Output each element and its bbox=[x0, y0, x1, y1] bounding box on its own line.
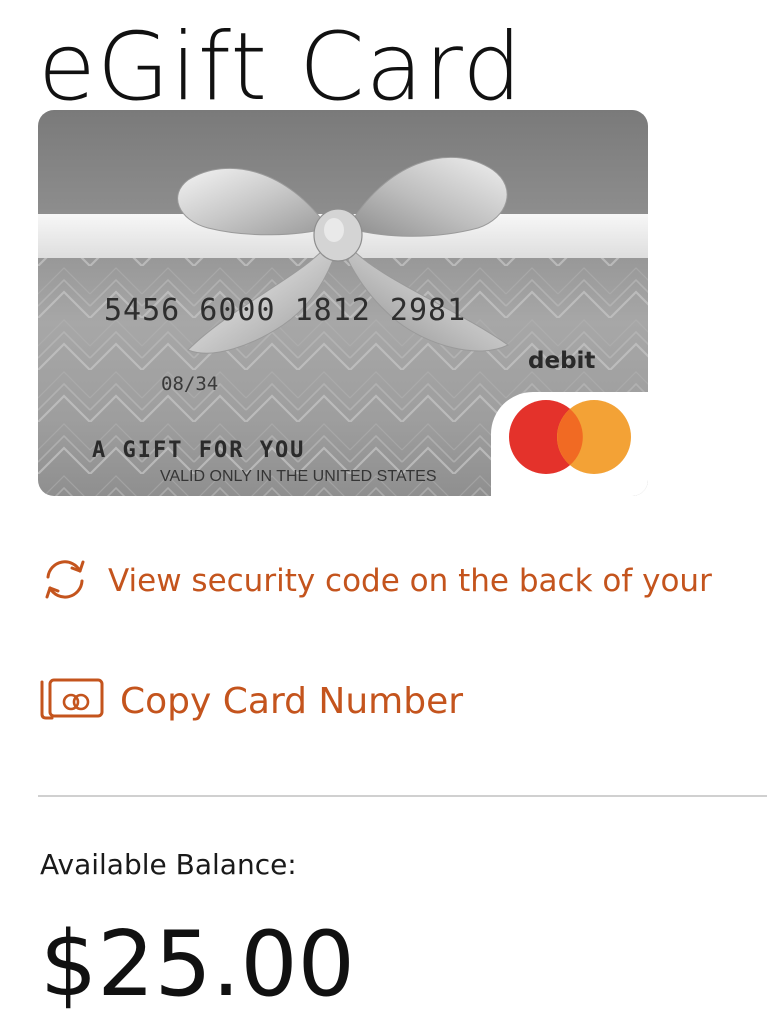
available-balance-label: Available Balance: bbox=[40, 848, 297, 881]
available-balance-amount: $25.00 bbox=[40, 912, 355, 1017]
card-number: 5456 6000 1812 2981 bbox=[104, 293, 467, 328]
card-type-label: debit bbox=[528, 348, 596, 374]
card-validity-text: VALID ONLY IN THE UNITED STATES bbox=[160, 468, 437, 485]
copy-card-number-button[interactable]: Copy Card Number bbox=[36, 674, 463, 728]
view-security-code-label: View security code on the back of your bbox=[108, 563, 712, 599]
card-copy-icon bbox=[36, 674, 106, 728]
page-title: eGift Card bbox=[38, 13, 523, 122]
section-divider bbox=[38, 795, 767, 797]
card-gift-text: A GIFT FOR YOU bbox=[92, 438, 306, 463]
egift-card-page: eGift Card 5456 6000 1812 2981 08/34 A G… bbox=[0, 0, 767, 1024]
refresh-icon bbox=[36, 555, 94, 607]
mastercard-logo-icon bbox=[509, 400, 631, 474]
copy-card-number-label: Copy Card Number bbox=[120, 680, 464, 722]
view-security-code-button[interactable]: View security code on the back of your bbox=[36, 555, 712, 607]
gift-card-image: 5456 6000 1812 2981 08/34 A GIFT FOR YOU… bbox=[38, 110, 648, 496]
card-expiry: 08/34 bbox=[161, 373, 219, 395]
